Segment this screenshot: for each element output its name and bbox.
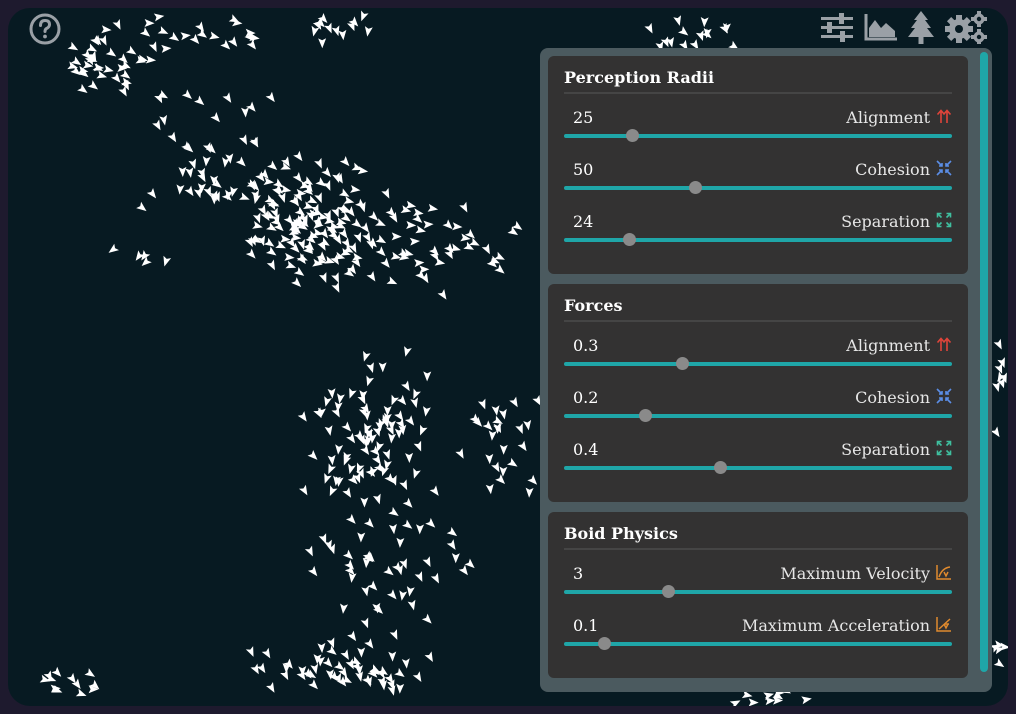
slider-label: Alignment xyxy=(846,108,930,127)
slider-control: 0.2 Cohesion xyxy=(564,382,952,434)
panel-scrollbar[interactable] xyxy=(980,52,988,672)
slider-track[interactable] xyxy=(564,357,952,370)
velocity-graph-icon xyxy=(936,564,952,580)
slider-label: Separation xyxy=(841,440,930,459)
gears-icon[interactable] xyxy=(944,10,988,44)
acceleration-graph-icon xyxy=(936,616,952,632)
settings-scroll-area[interactable]: Perception Radii 25 Alignment 50 Cohesion 24 S… xyxy=(548,56,968,692)
slider-control: 25 Alignment xyxy=(564,102,952,154)
settings-section: Boid Physics 3 Maximum Velocity 0.1 Maximum … xyxy=(548,512,968,678)
slider-thumb[interactable] xyxy=(597,637,611,650)
slider-control: 24 Separation xyxy=(564,206,952,258)
slider-thumb[interactable] xyxy=(625,129,639,142)
slider-value: 3 xyxy=(573,564,584,583)
slider-value: 50 xyxy=(573,160,594,179)
slider-control: 0.4 Separation xyxy=(564,434,952,486)
slider-track[interactable] xyxy=(564,585,952,598)
slider-thumb[interactable] xyxy=(688,181,702,194)
slider-track[interactable] xyxy=(564,409,952,422)
sliders-icon[interactable] xyxy=(820,12,854,42)
arrows-up-icon xyxy=(936,108,952,124)
slider-value: 0.1 xyxy=(573,616,599,635)
app-frame: Perception Radii 25 Alignment 50 Cohesion 24 S… xyxy=(8,8,1008,706)
slider-thumb[interactable] xyxy=(661,585,675,598)
section-title: Perception Radii xyxy=(564,66,952,94)
slider-value: 24 xyxy=(573,212,594,231)
slider-label: Alignment xyxy=(846,336,930,355)
slider-label: Maximum Acceleration xyxy=(742,616,930,635)
section-title: Forces xyxy=(564,294,952,322)
slider-track[interactable] xyxy=(564,637,952,650)
slider-label: Maximum Velocity xyxy=(780,564,930,583)
slider-control: 3 Maximum Velocity xyxy=(564,558,952,610)
slider-track[interactable] xyxy=(564,181,952,194)
slider-control: 50 Cohesion xyxy=(564,154,952,206)
slider-track[interactable] xyxy=(564,461,952,474)
slider-label: Cohesion xyxy=(855,160,930,179)
section-title: Boid Physics xyxy=(564,522,952,550)
slider-label: Separation xyxy=(841,212,930,231)
help-icon[interactable] xyxy=(28,12,62,46)
settings-section: Forces 0.3 Alignment 0.2 Cohesion 0.4 Separati… xyxy=(548,284,968,502)
tree-icon[interactable] xyxy=(906,10,936,44)
slider-track[interactable] xyxy=(564,129,952,142)
slider-value: 0.2 xyxy=(573,388,599,407)
slider-thumb[interactable] xyxy=(639,409,653,422)
slider-control: 0.1 Maximum Acceleration xyxy=(564,610,952,662)
slider-thumb[interactable] xyxy=(675,357,689,370)
expand-icon xyxy=(936,212,952,228)
slider-thumb[interactable] xyxy=(623,233,637,246)
arrows-up-icon xyxy=(936,336,952,352)
slider-value: 0.4 xyxy=(573,440,599,459)
slider-label: Cohesion xyxy=(855,388,930,407)
converge-icon xyxy=(936,160,952,176)
settings-panel: Perception Radii 25 Alignment 50 Cohesion 24 S… xyxy=(540,48,992,692)
settings-section: Perception Radii 25 Alignment 50 Cohesion 24 S… xyxy=(548,56,968,274)
converge-icon xyxy=(936,388,952,404)
expand-icon xyxy=(936,440,952,456)
area-chart-icon[interactable] xyxy=(864,12,898,42)
slider-value: 25 xyxy=(573,108,594,127)
slider-track[interactable] xyxy=(564,233,952,246)
slider-control: 0.3 Alignment xyxy=(564,330,952,382)
slider-value: 0.3 xyxy=(573,336,599,355)
slider-thumb[interactable] xyxy=(714,461,728,474)
